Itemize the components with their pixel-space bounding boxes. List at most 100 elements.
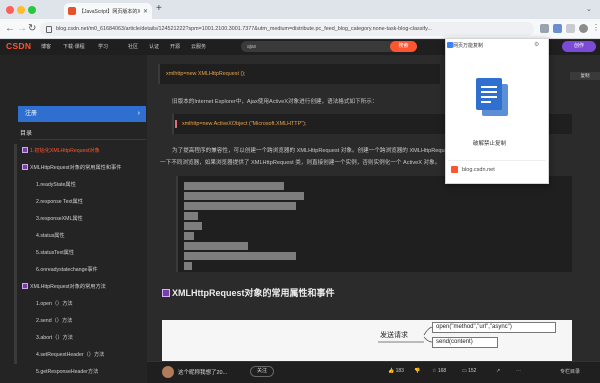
nav-certification[interactable]: 认证 (149, 43, 159, 50)
selection-highlight (184, 202, 296, 210)
follow-button[interactable]: 关注 (250, 366, 274, 377)
csdn-favicon-icon (68, 7, 76, 15)
selection-highlight (184, 182, 284, 190)
toc-item-label: 4.status属性 (36, 233, 65, 239)
forward-button[interactable]: → (17, 22, 27, 35)
browser-tab[interactable]: 【JavaScript】网页版本的XMLHttpRequest ✕ (64, 3, 152, 19)
toc-marker-icon (22, 283, 28, 289)
toc-item-label: 1.readyState属性 (36, 182, 76, 188)
profile-avatar-icon[interactable] (579, 24, 588, 33)
star-icon: ☆ (432, 368, 437, 374)
toc-marker-icon (22, 164, 28, 170)
csdn-logo[interactable]: CSDN (6, 41, 31, 51)
toc-item-label: 6.onreadystatechange事件 (36, 267, 98, 273)
back-button[interactable]: ← (5, 22, 15, 35)
toc-item[interactable]: 5.getResponseHeader方法 (36, 364, 146, 381)
more-icon: ⋯ (516, 368, 521, 374)
search-button[interactable]: 搜索 (390, 41, 417, 52)
toc-item[interactable]: 1.初始化XMLHttpRequest对象 (22, 143, 146, 160)
chevron-right-icon: › (137, 110, 140, 117)
line-number-marker (175, 120, 177, 128)
author-avatar[interactable] (162, 366, 174, 378)
document-icon[interactable] (476, 78, 502, 110)
copy-extension-icon[interactable] (553, 24, 562, 33)
create-button[interactable]: 创作 (562, 41, 596, 52)
gear-icon[interactable]: ⚙ (534, 41, 539, 48)
toc-item[interactable]: 6.onreadystatechange事件 (36, 262, 146, 279)
toc-item[interactable]: 5.statusText属性 (36, 245, 146, 262)
toc-item[interactable]: 1.readyState属性 (36, 177, 146, 194)
section-heading-text: XMLHttpRequest对象的常用属性和事件 (172, 288, 335, 298)
heading-marker-icon (162, 289, 170, 297)
copy-code-button[interactable]: 复制 (570, 72, 600, 80)
toc-item[interactable]: 1.open（）方法 (36, 296, 146, 313)
tab-list-chevron-icon[interactable]: ⌄ (586, 5, 592, 13)
extensions-puzzle-icon[interactable] (566, 24, 575, 33)
favorite-button[interactable]: ☆ 168 (432, 368, 446, 374)
selection-highlight (184, 222, 202, 230)
share-button[interactable]: ↗ (496, 368, 500, 374)
selection-highlight (184, 252, 296, 260)
nav-learn[interactable]: 学习 (98, 43, 108, 50)
author-name[interactable]: 这个昵称我想了20... (178, 368, 227, 376)
toc-item[interactable]: 2.response Text属性 (36, 194, 146, 211)
nav-community[interactable]: 社区 (128, 43, 138, 50)
signup-banner[interactable]: 注册 › (18, 106, 146, 122)
paragraph-2b: 一下不同浏览器，如果浏览器提供了 XMLHttpRequest 类，则直接创建一… (160, 160, 441, 166)
thumbs-up-icon: 👍 (388, 368, 395, 374)
nav-blog[interactable]: 博客 (41, 43, 51, 50)
toc-item-label: 5.statusText属性 (36, 250, 75, 256)
toc-item[interactable]: 2.send（）方法 (36, 313, 146, 330)
search-value: ajax (247, 43, 257, 50)
toc-item[interactable]: 3.responseXML属性 (36, 211, 146, 228)
popup-status-text: 破解禁止复制 (473, 141, 507, 147)
minimize-window-button[interactable] (17, 6, 25, 14)
toc-item-label: 3.abort（）方法 (36, 335, 73, 341)
paragraph-1: 旧版本的Internet Explorer中，Ajax使用ActiveX对象进行… (172, 99, 378, 105)
toc-marker-icon (22, 147, 28, 153)
comment-count: 152 (468, 368, 477, 374)
browser-window: 【JavaScript】网页版本的XMLHttpRequest ✕ + ⌄ ← … (0, 0, 600, 383)
share-icon: ↗ (496, 368, 501, 374)
selection-highlight (184, 262, 192, 270)
selection-highlight (184, 212, 198, 220)
more-button[interactable]: ⋯ (516, 368, 521, 374)
close-window-button[interactable] (6, 6, 14, 14)
section-heading: XMLHttpRequest对象的常用属性和事件 (162, 286, 335, 299)
close-tab-icon[interactable]: ✕ (143, 8, 148, 15)
like-count: 183 (395, 368, 404, 374)
reload-button[interactable]: ↻ (28, 22, 36, 35)
toc-item[interactable]: 4.setRequestHeader（）方法 (36, 347, 146, 364)
zoom-window-button[interactable] (28, 6, 36, 14)
nav-download-course[interactable]: 下载·课程 (63, 43, 85, 50)
toc-item-label: XMLHttpRequest对象的常用属性和事件 (30, 165, 122, 171)
document-line (481, 91, 497, 93)
nav-cloud[interactable]: 云服务 (191, 43, 206, 50)
selection-highlight (184, 242, 248, 250)
toc-item[interactable]: 3.abort（）方法 (36, 330, 146, 347)
comment-button[interactable]: ▭ 152 (462, 368, 476, 374)
toc-item[interactable]: XMLHttpRequest对象的常用方法 (22, 279, 146, 296)
toc-item[interactable]: XMLHttpRequest对象的常用属性和事件 (22, 160, 146, 177)
toc-scroll-track[interactable] (14, 144, 17, 364)
dislike-button[interactable]: 👎 (414, 368, 420, 374)
mindmap-node-open: open("method","url","async") (432, 322, 556, 333)
toc-item-label: 1.初始化XMLHttpRequest对象 (30, 148, 100, 154)
like-button[interactable]: 👍 183 (388, 368, 404, 374)
browser-menu-icon[interactable]: ⋮ (592, 23, 600, 32)
document-line (481, 86, 497, 88)
address-bar[interactable]: blog.csdn.net/m0_61684063/article/detail… (40, 22, 534, 36)
mindmap-root: 发送请求 (380, 331, 408, 339)
new-tab-button[interactable]: + (156, 3, 162, 15)
toc-item[interactable]: 4.status属性 (36, 228, 146, 245)
code-line-1: xmlhttp=new XMLHttpRequest (); (166, 71, 246, 77)
nav-opensource[interactable]: 开源 (170, 43, 180, 50)
selection-highlight (184, 232, 194, 240)
toc-item-label: 1.open（）方法 (36, 301, 73, 307)
code-line-2: xmlhttp=new ActiveXObject ("Microsoft.XM… (182, 121, 307, 127)
signup-label: 注册 (25, 111, 38, 117)
popup-divider (448, 160, 546, 161)
comment-icon: ▭ (462, 368, 467, 374)
column-directory-button[interactable]: 专栏目录 (560, 368, 580, 375)
extension-icon[interactable] (540, 24, 549, 33)
